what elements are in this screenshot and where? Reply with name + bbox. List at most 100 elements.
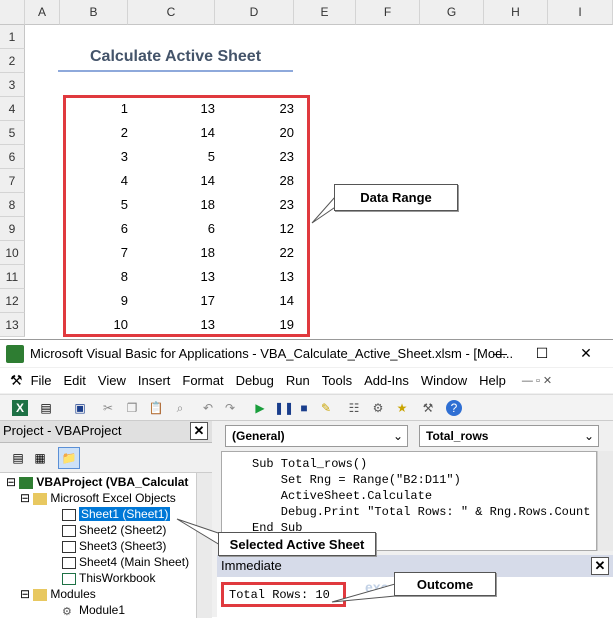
vba-menu-icon[interactable]: ⚒ — [10, 372, 23, 389]
vba-app-icon — [6, 344, 24, 363]
row-header[interactable]: 1 — [0, 25, 25, 49]
break-icon[interactable]: ❚❚ — [274, 400, 294, 416]
code-line: Debug.Print "Total Rows: " & Rng.Rows.Co… — [252, 505, 591, 519]
col-header-b[interactable]: B — [60, 0, 128, 25]
insert-module-icon[interactable]: ▤ — [38, 400, 54, 416]
procedure-combo-value: Total_rows — [426, 429, 489, 443]
row-header[interactable]: 5 — [0, 121, 25, 145]
tree-sheet2[interactable]: Sheet2 (Sheet2) — [62, 523, 166, 537]
row-header[interactable]: 7 — [0, 169, 25, 193]
row-header[interactable]: 11 — [0, 265, 25, 289]
data-range-highlight — [63, 95, 310, 337]
project-explorer-title: Project - VBAProject — [3, 423, 122, 438]
tree-modules[interactable]: ⊟ Modules — [20, 587, 96, 601]
menu-format[interactable]: Format — [182, 373, 223, 388]
callout-pointer-outcome — [331, 583, 396, 603]
code-scrollbar[interactable] — [597, 451, 613, 551]
menu-run[interactable]: Run — [286, 373, 310, 388]
row-header[interactable]: 4 — [0, 97, 25, 121]
row-header[interactable]: 13 — [0, 313, 25, 337]
vbe-window: Microsoft Visual Basic for Applications … — [0, 339, 613, 618]
row-header[interactable]: 3 — [0, 73, 25, 97]
copy-icon[interactable]: ❐ — [124, 400, 140, 416]
tree-sheet4[interactable]: Sheet4 (Main Sheet) — [62, 555, 189, 569]
reset-icon[interactable]: ■ — [296, 400, 312, 416]
cut-icon[interactable]: ✂ — [100, 400, 116, 416]
tree-module1-label: Module1 — [79, 603, 126, 617]
view-excel-icon[interactable]: X — [12, 400, 28, 416]
object-combo[interactable]: (General) ⌄ — [225, 425, 408, 447]
paste-icon[interactable]: 📋 — [148, 400, 164, 416]
callout-data-range: Data Range — [334, 184, 458, 211]
folder-icon — [33, 588, 48, 601]
properties-icon[interactable]: ⚙ — [370, 400, 386, 416]
col-header-a[interactable]: A — [25, 0, 60, 25]
collapse-icon[interactable]: ⊟ — [20, 491, 33, 505]
tree-root[interactable]: ⊟ VBAProject (VBA_Calculat — [6, 475, 188, 489]
close-pane-icon[interactable]: ✕ — [591, 557, 609, 575]
menu-add-ins[interactable]: Add-Ins — [364, 373, 409, 388]
code-line: Set Rng = Range("B2:D11") — [252, 473, 461, 487]
project-explorer-icon[interactable]: ☷ — [346, 400, 362, 416]
find-icon[interactable]: ⌕ — [172, 400, 188, 416]
view-code-icon[interactable]: ▤ — [10, 450, 26, 466]
run-icon[interactable]: ▶ — [252, 400, 268, 416]
tree-thisworkbook[interactable]: ThisWorkbook — [62, 571, 155, 585]
menu-bar: ⚒ File Edit View Insert Format Debug Run… — [0, 368, 613, 393]
collapse-icon[interactable]: ⊟ — [20, 587, 33, 601]
menu-file[interactable]: File — [31, 373, 52, 388]
row-header[interactable]: 2 — [0, 49, 25, 73]
menu-view[interactable]: View — [98, 373, 126, 388]
row-header[interactable]: 10 — [0, 241, 25, 265]
mdi-window-controls[interactable]: — ▫ ✕ — [522, 374, 552, 387]
window-title: Microsoft Visual Basic for Applications … — [30, 346, 514, 361]
object-browser-icon[interactable]: ★ — [394, 400, 410, 416]
maximize-button[interactable]: ☐ — [522, 342, 562, 364]
folder-icon — [33, 492, 48, 505]
view-object-icon[interactable]: ▦ — [32, 450, 48, 466]
toolbox-icon[interactable]: ⚒ — [420, 400, 436, 416]
vbe-titlebar: Microsoft Visual Basic for Applications … — [0, 340, 613, 367]
chevron-down-icon: ⌄ — [392, 429, 403, 443]
tree-sheet1-label: Sheet1 (Sheet1) — [79, 507, 171, 521]
row-header[interactable]: 8 — [0, 193, 25, 217]
tree-excel-objects[interactable]: ⊟ Microsoft Excel Objects — [20, 491, 176, 505]
menu-debug[interactable]: Debug — [236, 373, 274, 388]
tree-sheet3[interactable]: Sheet3 (Sheet3) — [62, 539, 166, 553]
save-icon[interactable]: ▣ — [72, 400, 88, 416]
sheet-icon — [62, 540, 76, 553]
design-mode-icon[interactable]: ✎ — [318, 400, 334, 416]
tree-sheet1[interactable]: Sheet1 (Sheet1) — [62, 507, 171, 521]
col-header-d[interactable]: D — [215, 0, 294, 25]
menu-window[interactable]: Window — [421, 373, 467, 388]
col-header-e[interactable]: E — [294, 0, 356, 25]
menu-help[interactable]: Help — [479, 373, 506, 388]
select-all-corner[interactable] — [0, 0, 25, 25]
sheet-title: Calculate Active Sheet — [89, 48, 262, 65]
code-line: Sub Total_rows() — [252, 457, 368, 471]
close-button[interactable]: ✕ — [566, 342, 606, 364]
minimize-button[interactable]: — — [480, 342, 520, 364]
col-header-h[interactable]: H — [484, 0, 548, 25]
menu-tools[interactable]: Tools — [322, 373, 352, 388]
col-header-c[interactable]: C — [128, 0, 215, 25]
undo-icon[interactable]: ↶ — [200, 400, 216, 416]
tree-sheet4-label: Sheet4 (Main Sheet) — [79, 555, 190, 569]
redo-icon[interactable]: ↷ — [222, 400, 238, 416]
procedure-combo[interactable]: Total_rows ⌄ — [419, 425, 599, 447]
col-header-i[interactable]: I — [548, 0, 613, 25]
col-header-f[interactable]: F — [356, 0, 420, 25]
row-header[interactable]: 12 — [0, 289, 25, 313]
menu-insert[interactable]: Insert — [138, 373, 171, 388]
close-pane-icon[interactable]: ✕ — [190, 422, 208, 440]
help-icon[interactable]: ? — [446, 400, 462, 416]
row-header[interactable]: 9 — [0, 217, 25, 241]
row-header[interactable]: 6 — [0, 145, 25, 169]
sheet-icon — [62, 508, 76, 521]
toggle-folders-icon[interactable]: 📁 — [58, 447, 80, 469]
collapse-icon[interactable]: ⊟ — [6, 475, 19, 489]
title-underline — [58, 70, 293, 72]
menu-edit[interactable]: Edit — [64, 373, 86, 388]
tree-module1[interactable]: ⚙ Module1 — [62, 603, 126, 618]
col-header-g[interactable]: G — [420, 0, 484, 25]
